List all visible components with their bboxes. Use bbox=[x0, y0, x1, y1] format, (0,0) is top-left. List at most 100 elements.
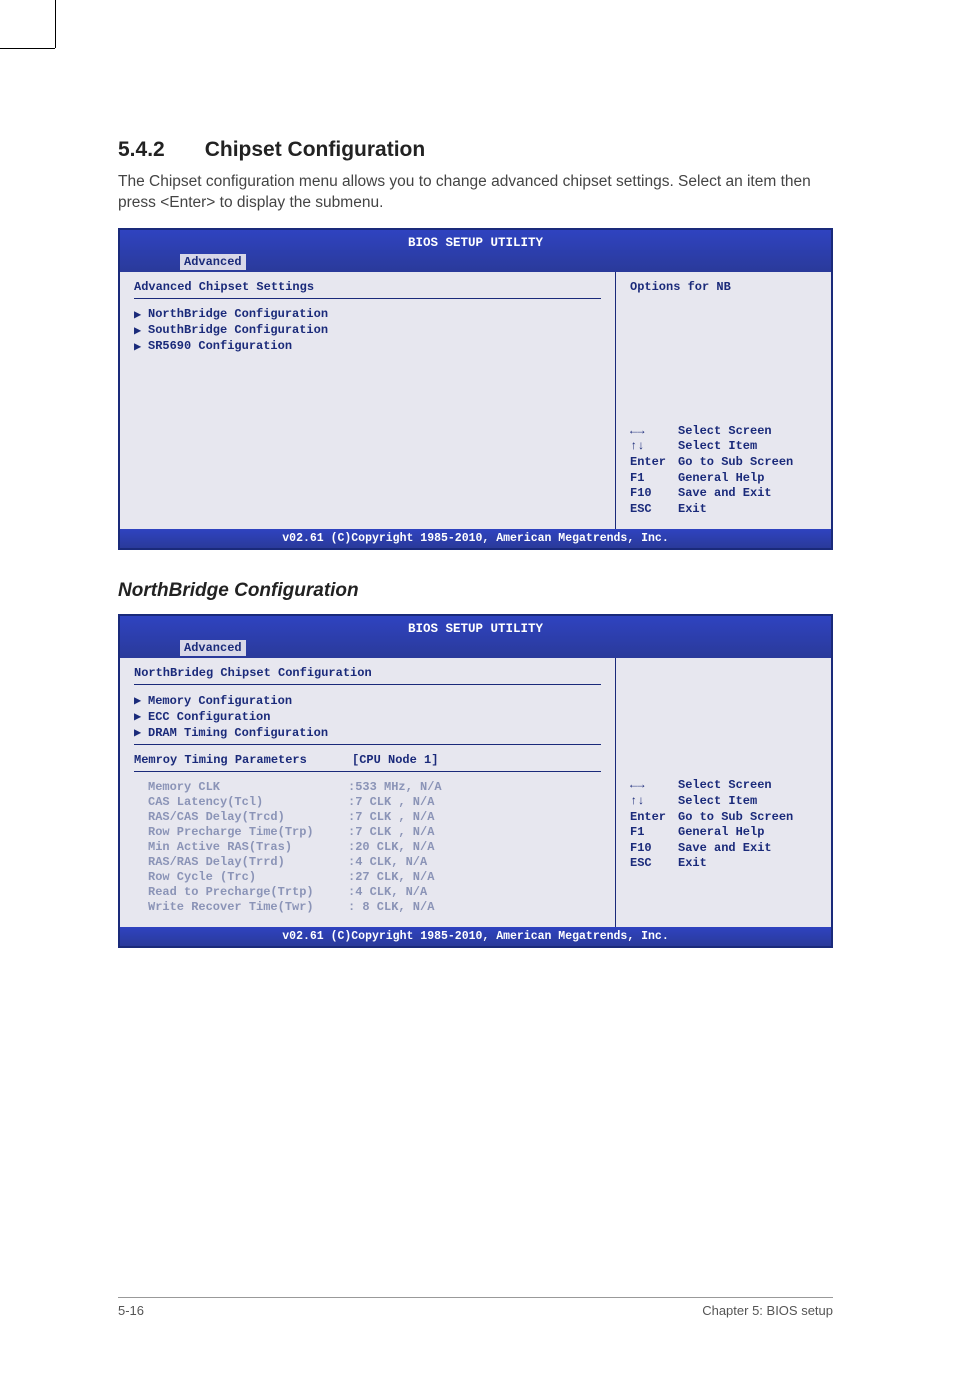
help-text: Select Screen bbox=[678, 424, 772, 440]
help-key: Enter bbox=[630, 455, 678, 471]
param-value: :4 CLK, N/A bbox=[348, 855, 427, 870]
page-number: 5-16 bbox=[118, 1303, 144, 1318]
menu-item-ecc[interactable]: ▶ECC Configuration bbox=[134, 709, 601, 724]
help-key: ↑↓ bbox=[630, 794, 678, 810]
bios-subheading: NorthBrideg Chipset Configuration bbox=[134, 666, 601, 680]
help-key: F10 bbox=[630, 486, 678, 502]
help-key: Enter bbox=[630, 810, 678, 826]
bios-header: BIOS SETUP UTILITY Advanced bbox=[120, 616, 831, 658]
timing-param-row[interactable]: Memroy Timing Parameters [CPU Node 1] bbox=[134, 753, 601, 767]
menu-item-southbridge[interactable]: ▶SouthBridge Configuration bbox=[134, 323, 601, 338]
subsection-heading: NorthBridge Configuration bbox=[118, 580, 833, 602]
param-row: RAS/CAS Delay(Trcd):7 CLK , N/A bbox=[148, 810, 601, 825]
menu-item-northbridge[interactable]: ▶NorthBridge Configuration bbox=[134, 307, 601, 322]
chevron-right-icon: ▶ bbox=[134, 709, 148, 724]
bios-left-pane: NorthBrideg Chipset Configuration ▶Memor… bbox=[120, 658, 616, 927]
param-row: Row Cycle (Trc):27 CLK, N/A bbox=[148, 870, 601, 885]
param-value: : 8 CLK, N/A bbox=[348, 900, 434, 915]
bios-help: ←→Select Screen ↑↓Select Item EnterGo to… bbox=[630, 778, 821, 872]
timing-value: [CPU Node 1] bbox=[352, 753, 438, 767]
help-text: General Help bbox=[678, 471, 764, 487]
bios-tab-advanced[interactable]: Advanced bbox=[180, 254, 246, 270]
bios-title: BIOS SETUP UTILITY bbox=[120, 234, 831, 252]
help-row: ↑↓Select Item bbox=[630, 794, 821, 810]
bios-footer: v02.61 (C)Copyright 1985-2010, American … bbox=[120, 927, 831, 946]
bios-body: NorthBrideg Chipset Configuration ▶Memor… bbox=[120, 658, 831, 927]
param-value: :7 CLK , N/A bbox=[348, 810, 434, 825]
help-text: Exit bbox=[678, 856, 707, 872]
help-row: ←→Select Screen bbox=[630, 778, 821, 794]
help-row: F10Save and Exit bbox=[630, 841, 821, 857]
help-key: F10 bbox=[630, 841, 678, 857]
menu-label: ECC Configuration bbox=[148, 710, 270, 724]
help-text: Select Item bbox=[678, 794, 757, 810]
section-heading: 5.4.2Chipset Configuration bbox=[118, 138, 833, 162]
help-key: ↑↓ bbox=[630, 439, 678, 455]
param-value: :7 CLK , N/A bbox=[348, 795, 434, 810]
help-text: Select Screen bbox=[678, 778, 772, 794]
bios-title: BIOS SETUP UTILITY bbox=[120, 620, 831, 638]
chevron-right-icon: ▶ bbox=[134, 323, 148, 338]
help-row: EnterGo to Sub Screen bbox=[630, 455, 821, 471]
page-footer: 5-16 Chapter 5: BIOS setup bbox=[118, 1297, 833, 1318]
menu-label: SouthBridge Configuration bbox=[148, 323, 328, 337]
menu-item-sr5690[interactable]: ▶SR5690 Configuration bbox=[134, 339, 601, 354]
param-value: :7 CLK , N/A bbox=[348, 825, 434, 840]
bios-tabs: Advanced bbox=[120, 252, 831, 272]
intro-text: The Chipset configuration menu allows yo… bbox=[118, 172, 833, 214]
dim-params: Memory CLK:533 MHz, N/A CAS Latency(Tcl)… bbox=[134, 780, 601, 915]
chevron-right-icon: ▶ bbox=[134, 307, 148, 322]
help-text: Go to Sub Screen bbox=[678, 810, 793, 826]
param-label: Row Cycle (Trc) bbox=[148, 870, 348, 885]
bios-right-pane: ←→Select Screen ↑↓Select Item EnterGo to… bbox=[616, 658, 831, 927]
param-row: CAS Latency(Tcl):7 CLK , N/A bbox=[148, 795, 601, 810]
help-key: ESC bbox=[630, 856, 678, 872]
param-label: CAS Latency(Tcl) bbox=[148, 795, 348, 810]
chevron-right-icon: ▶ bbox=[134, 725, 148, 740]
bios-right-pane: Options for NB ←→Select Screen ↑↓Select … bbox=[616, 272, 831, 530]
menu-label: DRAM Timing Configuration bbox=[148, 726, 328, 740]
param-label: Read to Precharge(Trtp) bbox=[148, 885, 348, 900]
param-row: RAS/RAS Delay(Trrd):4 CLK, N/A bbox=[148, 855, 601, 870]
separator bbox=[134, 771, 601, 772]
param-value: :20 CLK, N/A bbox=[348, 840, 434, 855]
help-row: ESCExit bbox=[630, 502, 821, 518]
timing-label: Memroy Timing Parameters bbox=[134, 753, 352, 767]
help-key: ←→ bbox=[630, 424, 678, 440]
bios-footer: v02.61 (C)Copyright 1985-2010, American … bbox=[120, 529, 831, 548]
section-title: Chipset Configuration bbox=[205, 138, 425, 161]
help-row: EnterGo to Sub Screen bbox=[630, 810, 821, 826]
help-key: F1 bbox=[630, 825, 678, 841]
param-row: Min Active RAS(Tras):20 CLK, N/A bbox=[148, 840, 601, 855]
menu-item-memory[interactable]: ▶Memory Configuration bbox=[134, 693, 601, 708]
bios-left-pane: Advanced Chipset Settings ▶NorthBridge C… bbox=[120, 272, 616, 530]
param-label: Row Precharge Time(Trp) bbox=[148, 825, 348, 840]
param-label: RAS/RAS Delay(Trrd) bbox=[148, 855, 348, 870]
param-row: Memory CLK:533 MHz, N/A bbox=[148, 780, 601, 795]
param-value: :533 MHz, N/A bbox=[348, 780, 442, 795]
bios-header: BIOS SETUP UTILITY Advanced bbox=[120, 230, 831, 272]
help-text: Go to Sub Screen bbox=[678, 455, 793, 471]
param-label: Min Active RAS(Tras) bbox=[148, 840, 348, 855]
help-text: Select Item bbox=[678, 439, 757, 455]
help-row: ESCExit bbox=[630, 856, 821, 872]
chevron-right-icon: ▶ bbox=[134, 693, 148, 708]
help-row: F1General Help bbox=[630, 825, 821, 841]
menu-item-dram[interactable]: ▶DRAM Timing Configuration bbox=[134, 725, 601, 740]
help-row: F1General Help bbox=[630, 471, 821, 487]
bios-tab-advanced[interactable]: Advanced bbox=[180, 640, 246, 656]
param-value: :27 CLK, N/A bbox=[348, 870, 434, 885]
separator bbox=[134, 744, 601, 745]
help-key: ←→ bbox=[630, 778, 678, 794]
help-text: Save and Exit bbox=[678, 841, 772, 857]
help-row: F10Save and Exit bbox=[630, 486, 821, 502]
help-text: Save and Exit bbox=[678, 486, 772, 502]
menu-label: Memory Configuration bbox=[148, 694, 292, 708]
separator bbox=[134, 684, 601, 685]
chevron-right-icon: ▶ bbox=[134, 339, 148, 354]
param-row: Write Recover Time(Twr): 8 CLK, N/A bbox=[148, 900, 601, 915]
right-pane-title: Options for NB bbox=[630, 280, 821, 294]
separator bbox=[134, 298, 601, 299]
param-value: :4 CLK, N/A bbox=[348, 885, 427, 900]
bios-tabs: Advanced bbox=[120, 638, 831, 658]
